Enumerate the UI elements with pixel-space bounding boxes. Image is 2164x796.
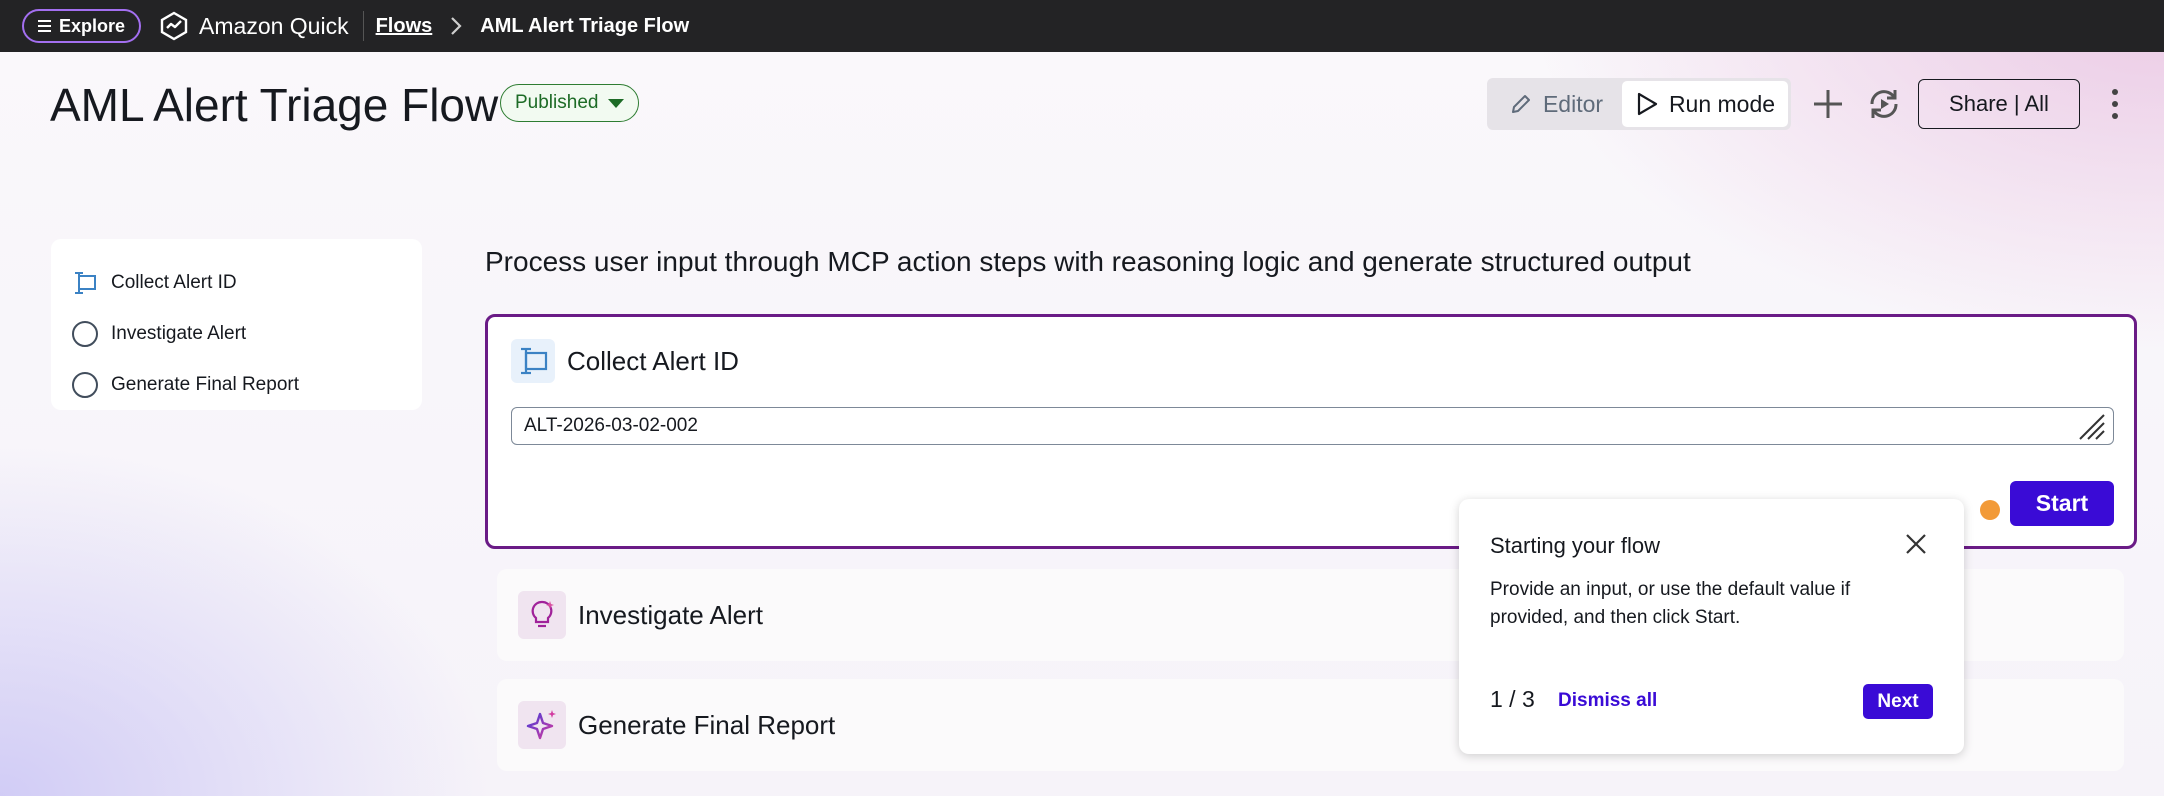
status-dropdown[interactable]: Published xyxy=(500,84,640,122)
plus-icon xyxy=(1814,90,1842,118)
brand-logo[interactable]: Amazon Quick xyxy=(159,11,349,41)
card-header: Collect Alert ID xyxy=(511,339,739,383)
more-options-button[interactable] xyxy=(2104,80,2126,128)
editor-label: Editor xyxy=(1542,90,1604,117)
card-header: Investigate Alert xyxy=(518,591,763,639)
next-button[interactable]: Next xyxy=(1863,684,1933,719)
breadcrumb-current: AML Alert Triage Flow xyxy=(480,14,690,37)
play-icon xyxy=(1637,92,1658,116)
text-input-icon xyxy=(511,339,555,383)
close-icon[interactable] xyxy=(1903,531,1929,557)
caret-down-icon xyxy=(608,98,625,108)
lightbulb-icon xyxy=(518,591,566,639)
page-title: AML Alert Triage Flow xyxy=(50,79,499,131)
sidebar-step-generate-final-report[interactable]: Generate Final Report xyxy=(51,359,422,410)
tour-step-counter: 1 / 3 xyxy=(1490,686,1535,712)
refresh-button[interactable] xyxy=(1864,84,1904,124)
popover-title: Starting your flow xyxy=(1490,533,1660,558)
dot xyxy=(2112,113,2118,119)
sidebar-step-investigate-alert[interactable]: Investigate Alert xyxy=(51,308,422,359)
add-button[interactable] xyxy=(1810,84,1846,124)
status-label: Published xyxy=(515,92,599,113)
step-title: Generate Final Report xyxy=(578,709,836,740)
tour-hotspot-indicator xyxy=(1980,500,2000,520)
explore-button[interactable]: Explore xyxy=(22,9,142,43)
sidebar-step-collect-alert-id[interactable]: Collect Alert ID xyxy=(51,257,422,308)
run-mode-label: Run mode xyxy=(1668,90,1776,117)
dismiss-all-link[interactable]: Dismiss all xyxy=(1558,690,1657,712)
top-navigation-bar: Explore Amazon Quick Flows AML Alert Tri… xyxy=(0,0,2164,52)
circle-icon xyxy=(71,320,99,348)
flow-description: Process user input through MCP action st… xyxy=(485,246,1691,277)
explore-label: Explore xyxy=(59,15,126,36)
mode-toggle: Editor Run mode xyxy=(1487,78,1791,130)
breadcrumb-flows-link[interactable]: Flows xyxy=(376,15,433,38)
menu-icon xyxy=(38,20,51,32)
alert-id-input[interactable] xyxy=(511,407,2114,445)
step-title: Investigate Alert xyxy=(578,599,763,630)
card-header: Generate Final Report xyxy=(518,701,835,749)
steps-navigation-panel: Collect Alert ID Investigate Alert Gener… xyxy=(51,239,422,410)
quick-logo-icon xyxy=(160,11,188,41)
pencil-icon xyxy=(1511,95,1530,113)
tour-popover: Starting your flow Provide an input, or … xyxy=(1459,499,1964,754)
sidebar-step-label: Collect Alert ID xyxy=(111,271,237,293)
resize-handle-icon[interactable] xyxy=(2076,413,2106,441)
text-input-icon xyxy=(71,269,99,297)
popover-body: Provide an input, or use the default val… xyxy=(1490,579,1851,628)
brand-name: Amazon Quick xyxy=(199,12,349,39)
run-mode-button[interactable]: Run mode xyxy=(1622,81,1788,127)
dot xyxy=(2112,89,2118,95)
sidebar-step-label: Generate Final Report xyxy=(111,373,299,395)
share-button[interactable]: Share | All xyxy=(1918,79,2080,129)
dot xyxy=(2112,101,2118,107)
chevron-right-icon xyxy=(450,16,462,36)
start-button[interactable]: Start xyxy=(2010,481,2114,526)
active-step-title: Collect Alert ID xyxy=(567,345,739,376)
sidebar-step-label: Investigate Alert xyxy=(111,322,247,344)
refresh-icon xyxy=(1870,90,1898,118)
editor-mode-button[interactable]: Editor xyxy=(1490,81,1622,127)
divider xyxy=(362,11,364,41)
sparkle-icon xyxy=(518,701,566,749)
circle-icon xyxy=(71,371,99,399)
